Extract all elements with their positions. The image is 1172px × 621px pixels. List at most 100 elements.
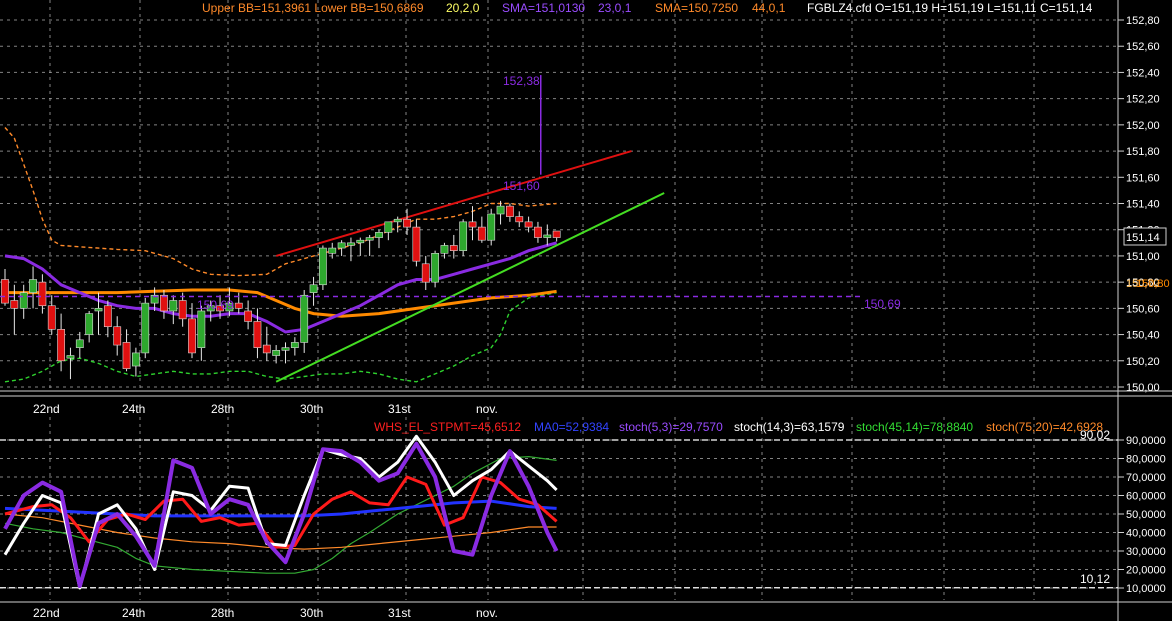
price-tick-label: 152,60 [1126, 41, 1160, 53]
sma-price-label-2: 150,80 [1136, 278, 1170, 290]
candle-body [19, 292, 28, 309]
candle-body [85, 313, 94, 335]
candle-body [178, 300, 187, 320]
candle-body [113, 326, 122, 346]
ind-legend-stoch53: stoch(5,3)=29,7570 [619, 420, 723, 434]
candle-body [375, 232, 383, 238]
candle-body [244, 310, 252, 322]
candle-body [318, 247, 327, 286]
price-tick-label: 151,80 [1126, 146, 1160, 158]
ind-tick-label: 90,0000 [1126, 435, 1166, 447]
candle-body [188, 318, 196, 354]
legend-sma-44-params: 44,0,1 [752, 1, 786, 15]
sma-44-line [5, 288, 557, 318]
legend-bollinger-upper: Upper BB=151,3961 Lower BB=150,6869 [202, 1, 424, 15]
legend-sma-23-params: 23,0,1 [598, 1, 632, 15]
candle-body [309, 284, 318, 293]
chart-canvas[interactable]: Upper BB=151,3961 Lower BB=150,6869 20,2… [0, 0, 1172, 621]
candle-body [487, 213, 496, 241]
price-tick-label: 151,40 [1126, 199, 1160, 211]
x-label-30th: 30th [300, 402, 323, 416]
x-label-28th: 28th [211, 402, 234, 416]
candle-body [468, 221, 477, 228]
ind-lower-level-label: 10,12 [1080, 572, 1110, 586]
indicator-plot-area[interactable] [0, 434, 1118, 590]
x-label-22nd-bottom: 22nd [33, 606, 60, 620]
indicator-axis-ticks: 90,0000 80,0000 70,0000 60,0000 50,0000 40,00… [1118, 435, 1166, 595]
ind-legend-stoch143: stoch(14,3)=63,1579 [734, 420, 845, 434]
price-plot-area[interactable] [0, 75, 862, 383]
x-label-nov: nov. [476, 402, 498, 416]
x-label-24th-bottom: 24th [122, 606, 145, 620]
level-label-left: 150,69 [197, 298, 234, 312]
x-axis-top: 22nd 24th 28th 30th 31st nov. [33, 402, 498, 416]
price-tick-label: 152,00 [1126, 120, 1160, 132]
candle-body [234, 302, 243, 309]
trading-chart-window: Upper BB=151,3961 Lower BB=150,6869 20,2… [0, 0, 1172, 621]
candle-body [253, 321, 262, 348]
candle-body [10, 300, 19, 309]
x-label-31st: 31st [388, 402, 411, 416]
candle-body [515, 216, 524, 223]
candle-body [459, 221, 468, 251]
candle-body [337, 242, 346, 249]
ind-tick-label: 60,0000 [1126, 491, 1166, 503]
price-tick-label: 151,60 [1126, 172, 1160, 184]
candle-body [169, 300, 178, 312]
candle-body [356, 239, 365, 244]
current-price-label: 151,14 [1126, 232, 1160, 244]
support-trendline[interactable] [275, 192, 665, 383]
bollinger-lower-path [4, 291, 557, 383]
candle-body [122, 342, 131, 369]
candle-body [160, 294, 168, 312]
candle-body [94, 308, 103, 312]
peak-price-label: 152,38 [503, 74, 540, 88]
candle-body [384, 221, 393, 233]
candle-body [300, 294, 309, 343]
legend-sma-44: SMA=150,7250 [655, 1, 738, 15]
candle-body [534, 226, 542, 238]
price-axis-ticks: 152,80 152,60 152,40 152,20 152,00 151,80 151,… [1118, 15, 1160, 394]
candle-body [197, 310, 206, 348]
candle-body [38, 281, 47, 307]
candle-body [440, 245, 449, 254]
candle-body [393, 218, 402, 223]
candle-body [412, 226, 421, 262]
ind-tick-label: 80,0000 [1126, 454, 1166, 466]
sma-44-path [5, 288, 557, 318]
candle-body [477, 226, 486, 241]
ind-upper-level-label: 90,02 [1080, 428, 1110, 442]
price-tick-label: 150,60 [1126, 303, 1160, 315]
candle-body [449, 245, 458, 251]
candle-body [365, 237, 374, 241]
legend-sma-23: SMA=151,0130 [502, 1, 585, 15]
candle-body [543, 234, 552, 238]
trendlines[interactable] [275, 75, 665, 383]
price-tick-label: 152,80 [1126, 15, 1160, 27]
ind-tick-label: 30,0000 [1126, 546, 1166, 558]
candle-body [272, 349, 281, 356]
ind-tick-label: 40,0000 [1126, 528, 1166, 540]
candle-body [262, 344, 271, 354]
candle-body [496, 205, 505, 215]
ind-legend-ma0: MA0=52,9384 [534, 420, 609, 434]
candle-body [103, 305, 112, 328]
candle-body [524, 221, 533, 228]
candle-body [552, 230, 561, 238]
x-label-30th-bottom: 30th [300, 606, 323, 620]
candle-body [141, 302, 150, 354]
ind-tick-label: 20,0000 [1126, 565, 1166, 577]
candle-body [132, 352, 140, 367]
price-tick-label: 150,00 [1126, 382, 1160, 394]
level-label-right: 150,69 [864, 297, 901, 311]
x-axis-bottom: 22nd 24th 28th 30th 31st nov. [33, 606, 498, 620]
candle-body [290, 342, 299, 348]
price-tick-label: 152,40 [1126, 67, 1160, 79]
x-label-24th: 24th [122, 402, 145, 416]
ind-tick-label: 10,0000 [1126, 583, 1166, 595]
price-tick-label: 150,40 [1126, 330, 1160, 342]
candle-body [1, 279, 9, 304]
bollinger-lower-band [4, 291, 557, 383]
ind-tick-label: 50,0000 [1126, 509, 1166, 521]
legend-bollinger-params: 20,2,0 [446, 1, 480, 15]
